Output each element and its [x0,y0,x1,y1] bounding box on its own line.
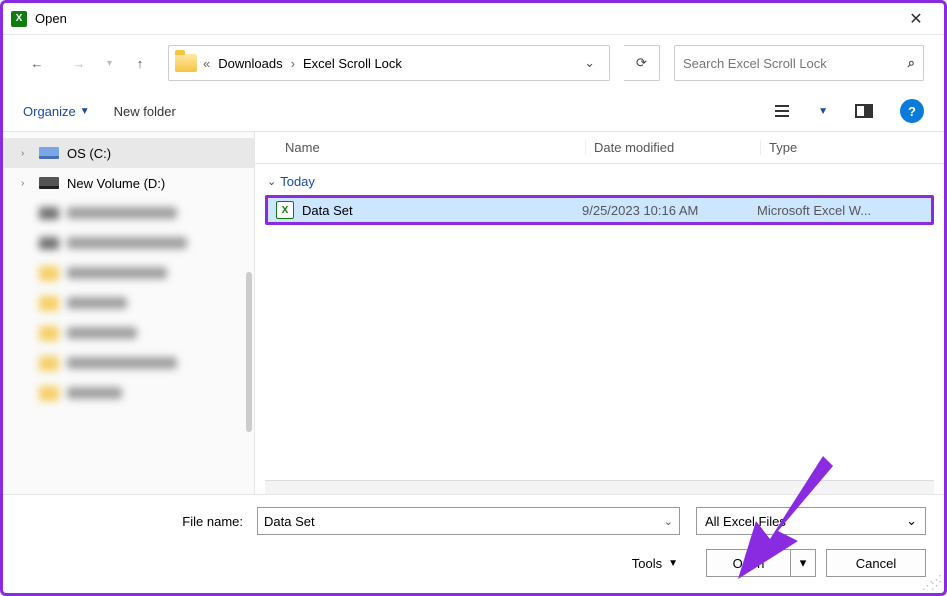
tree-label: New Volume (D:) [67,176,165,191]
file-name: Data Set [302,203,353,218]
tools-button[interactable]: Tools ▼ [632,556,678,571]
horizontal-scrollbar[interactable] [265,480,934,494]
tree-item-redacted [3,318,254,348]
up-button[interactable]: ↑ [126,49,154,77]
filter-label: All Excel Files [705,514,786,529]
nav-tree: › OS (C:) › New Volume (D:) [3,132,255,494]
address-bar[interactable]: « Downloads › Excel Scroll Lock ⌄ [168,45,610,81]
close-button[interactable]: ✕ [896,5,936,33]
tree-scrollbar[interactable] [246,272,252,432]
chevron-down-icon: ▼ [668,558,678,569]
forward-button[interactable]: → [65,49,93,77]
address-dropdown-icon[interactable]: ⌄ [576,55,603,71]
tree-item-redacted [3,258,254,288]
chevron-right-icon: › [21,178,31,189]
tools-label: Tools [632,556,662,571]
nav-bar: ← → ▾ ↑ « Downloads › Excel Scroll Lock … [3,35,944,91]
tree-item-redacted [3,288,254,318]
chevron-down-icon: ⌄ [267,175,276,188]
tree-item-redacted [3,228,254,258]
list-view-icon [775,105,789,117]
new-folder-button[interactable]: New folder [114,104,176,119]
folder-icon [175,54,197,72]
open-dialog: X Open ✕ ← → ▾ ↑ « Downloads › Excel Scr… [0,0,947,596]
tree-label: OS (C:) [67,146,111,161]
open-button[interactable]: Open ▾ [706,549,816,577]
excel-file-icon: X [276,201,294,219]
file-type-filter[interactable]: All Excel Files ⌄ [696,507,926,535]
filename-combobox[interactable]: Data Set ⌄ [257,507,680,535]
cancel-button[interactable]: Cancel [826,549,926,577]
title-bar: X Open ✕ [3,3,944,35]
breadcrumb-downloads[interactable]: Downloads [214,54,286,73]
col-name[interactable]: Name [255,140,585,155]
resize-grip[interactable]: ⋰⋰⋰ [922,577,940,589]
organize-label: Organize [23,104,76,119]
file-list-pane: Name Date modified Type ⌄ Today X Data S… [255,132,944,494]
dialog-body: › OS (C:) › New Volume (D:) Name Date mo… [3,131,944,494]
group-label: Today [280,174,315,189]
column-headers: Name Date modified Type [255,132,944,164]
chevron-down-icon[interactable]: ⌄ [664,515,673,528]
search-input[interactable] [683,56,908,71]
tree-item-redacted [3,198,254,228]
help-button[interactable]: ? [900,99,924,123]
organize-button[interactable]: Organize ▼ [23,104,90,119]
window-title: Open [35,11,67,26]
drive-icon [39,147,59,159]
preview-pane-button[interactable] [852,99,876,123]
history-dropdown-icon[interactable]: ▾ [107,58,112,69]
tree-item-os-c[interactable]: › OS (C:) [3,138,254,168]
chevron-down-icon[interactable]: ⌄ [906,513,917,529]
file-row-selected[interactable]: X Data Set 9/25/2023 10:16 AM Microsoft … [265,195,934,225]
tree-item-redacted [3,348,254,378]
pane-icon [855,104,873,118]
chevron-down-icon: ▼ [80,106,90,117]
open-button-dropdown[interactable]: ▾ [791,555,815,571]
filename-label: File name: [3,514,249,529]
breadcrumb-current[interactable]: Excel Scroll Lock [299,54,406,73]
view-dropdown-icon[interactable]: ▼ [818,106,828,117]
search-icon[interactable]: ⌕ [908,55,915,71]
file-type: Microsoft Excel W... [757,203,931,218]
back-button[interactable]: ← [23,49,51,77]
breadcrumb-separator: › [291,56,295,71]
file-date: 9/25/2023 10:16 AM [582,203,757,218]
col-type[interactable]: Type [760,140,944,155]
toolbar: Organize ▼ New folder ▼ ? [3,91,944,131]
tree-item-redacted [3,378,254,408]
breadcrumb-prefix: « [203,56,210,71]
open-button-label[interactable]: Open [707,550,791,576]
tree-item-new-volume-d[interactable]: › New Volume (D:) [3,168,254,198]
refresh-button[interactable]: ⟳ [624,45,660,81]
view-mode-button[interactable] [770,99,794,123]
col-date[interactable]: Date modified [585,140,760,155]
chevron-right-icon: › [21,148,31,159]
dialog-footer: File name: Data Set ⌄ All Excel Files ⌄ … [3,494,944,593]
filename-value: Data Set [264,514,315,529]
drive-icon [39,177,59,189]
excel-app-icon: X [11,11,27,27]
search-box[interactable]: ⌕ [674,45,924,81]
group-today[interactable]: ⌄ Today [255,164,944,195]
